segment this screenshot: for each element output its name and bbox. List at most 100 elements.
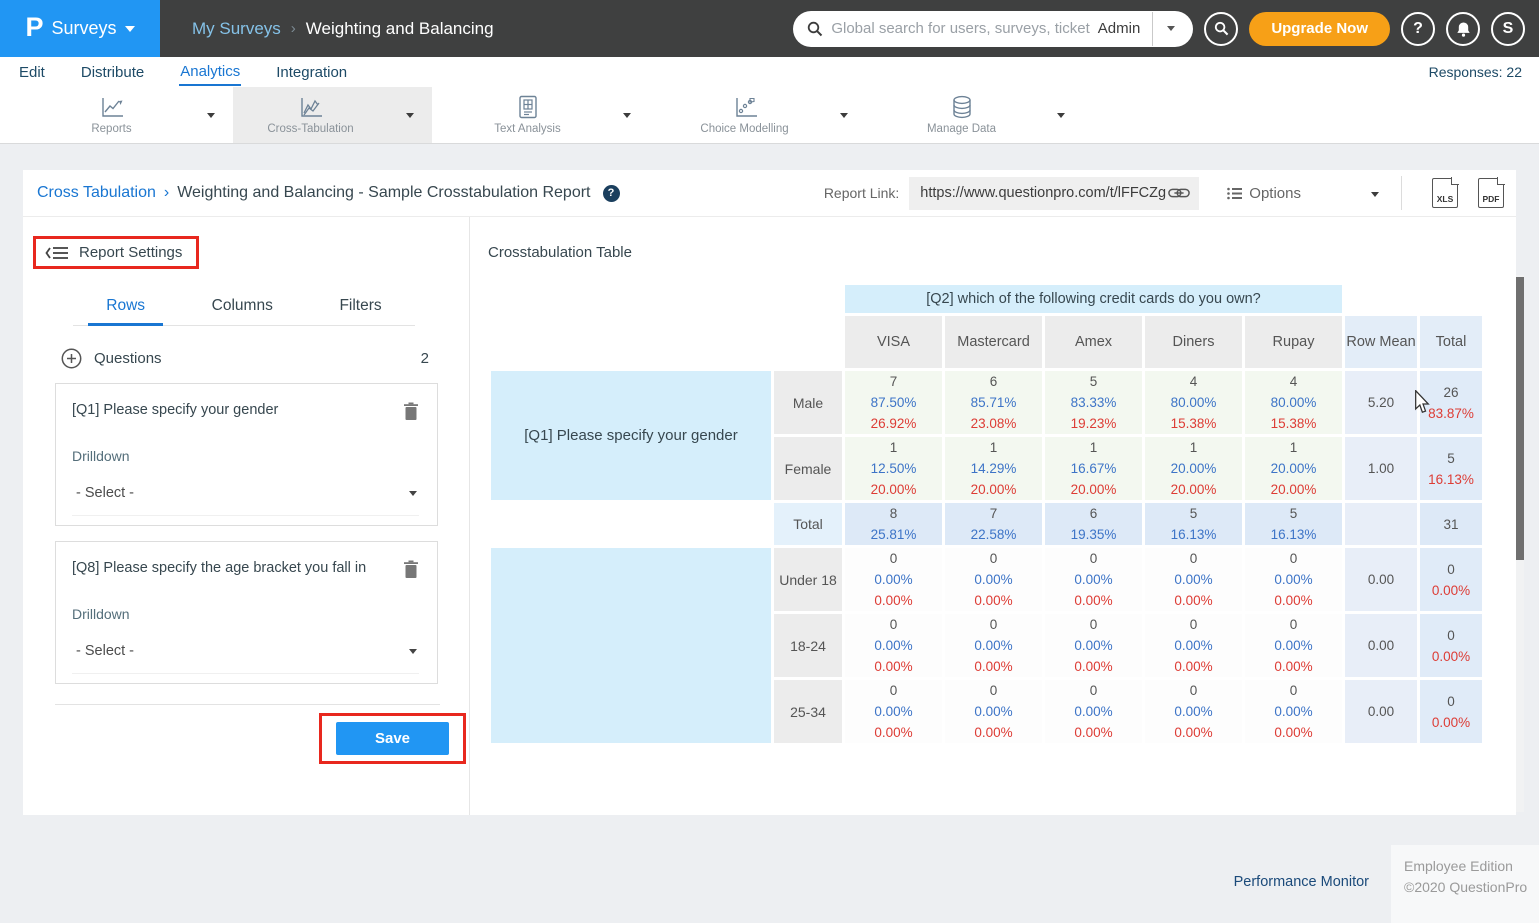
toolbar-item-text-analysis[interactable]: Text Analysis xyxy=(450,87,605,143)
report-link-label: Report Link: xyxy=(824,185,899,201)
row-label-cell: Female xyxy=(774,437,842,500)
bell-icon xyxy=(1456,21,1471,37)
options-dropdown[interactable] xyxy=(1371,184,1379,202)
report-settings-toggle[interactable]: Report Settings xyxy=(45,244,182,261)
column-header-visa: VISA xyxy=(845,316,942,368)
tab-distribute[interactable]: Distribute xyxy=(80,60,145,85)
performance-monitor-link[interactable]: Performance Monitor xyxy=(1234,874,1369,890)
report-header-actions: Report Link: Options XLS PDF xyxy=(824,170,1504,217)
breadcrumb-my-surveys[interactable]: My Surveys xyxy=(192,19,281,39)
total-cell: 825.81% xyxy=(845,503,942,545)
xls-icon: XLS xyxy=(1437,194,1454,204)
toolbar-item-label: Reports xyxy=(91,123,131,135)
question-card-q1: [Q1] Please specify your gender Drilldow… xyxy=(55,383,438,526)
divider xyxy=(55,704,440,705)
search-scope-dropdown[interactable] xyxy=(1152,12,1187,46)
manage-data-dropdown[interactable] xyxy=(1039,87,1083,143)
chevron-down-icon xyxy=(409,649,417,654)
tab-integration[interactable]: Integration xyxy=(275,60,348,85)
search-submit-button[interactable] xyxy=(1204,12,1238,46)
row-mean-cell: 0.00 xyxy=(1345,680,1417,743)
data-cell: 00.00%0.00% xyxy=(1245,680,1342,743)
copyright-label: ©2020 QuestionPro xyxy=(1404,877,1539,898)
column-header-mastercard: Mastercard xyxy=(945,316,1042,368)
toolbar-item-choice-modelling[interactable]: Choice Modelling xyxy=(667,87,822,143)
crosstab-table-container: [Q2] which of the following credit cards… xyxy=(488,282,1516,809)
account-avatar[interactable]: S xyxy=(1491,12,1525,46)
report-settings-label: Report Settings xyxy=(79,244,182,261)
row-total-cell: 00.00% xyxy=(1420,548,1482,611)
crosstab-row: Under 1800.00%0.00%00.00%0.00%00.00%0.00… xyxy=(491,548,1482,611)
export-xls-button[interactable]: XLS xyxy=(1432,178,1458,208)
questions-label: Questions xyxy=(94,350,162,367)
data-cell: 00.00%0.00% xyxy=(845,548,942,611)
total-row-label: Total xyxy=(774,503,842,545)
tab-filters[interactable]: Filters xyxy=(321,291,399,325)
data-cell: 00.00%0.00% xyxy=(945,548,1042,611)
toolbar-item-label: Cross-Tabulation xyxy=(267,123,353,135)
cross-tabulation-dropdown[interactable] xyxy=(388,87,432,143)
reports-dropdown[interactable] xyxy=(189,87,233,143)
analytics-toolbar: Reports Cross-Tabulation Text Analysis C… xyxy=(0,87,1539,144)
grand-total-cell: 31 xyxy=(1420,503,1482,545)
column-question-header: [Q2] which of the following credit cards… xyxy=(845,285,1342,313)
database-icon xyxy=(950,95,974,120)
breadcrumb-current-survey: Weighting and Balancing xyxy=(306,19,494,39)
row-mean-cell: 0.00 xyxy=(1345,614,1417,677)
crosstab-body: [Q1] Please specify your genderMale787.5… xyxy=(491,371,1482,743)
data-cell: 00.00%0.00% xyxy=(845,614,942,677)
pdf-icon: PDF xyxy=(1483,194,1500,204)
question-card-q8: [Q8] Please specify the age bracket you … xyxy=(55,541,438,684)
tab-columns[interactable]: Columns xyxy=(194,291,291,325)
options-button[interactable]: Options xyxy=(1227,185,1301,202)
row-label-cell: 25-34 xyxy=(774,680,842,743)
cross-tabulation-link[interactable]: Cross Tabulation xyxy=(37,184,156,202)
text-analysis-dropdown[interactable] xyxy=(605,87,649,143)
choice-modelling-dropdown[interactable] xyxy=(822,87,866,143)
notifications-button[interactable] xyxy=(1446,12,1480,46)
report-link-url[interactable] xyxy=(920,185,1168,201)
help-button[interactable]: ? xyxy=(1401,12,1435,46)
drilldown-select[interactable]: - Select - xyxy=(72,643,419,674)
crosstab-table: [Q2] which of the following credit cards… xyxy=(488,282,1485,746)
drilldown-label: Drilldown xyxy=(72,606,419,622)
search-input[interactable] xyxy=(823,20,1097,37)
toolbar-item-label: Text Analysis xyxy=(494,123,560,135)
tab-analytics[interactable]: Analytics xyxy=(179,59,241,86)
total-cell: 516.13% xyxy=(1245,503,1342,545)
tab-edit[interactable]: Edit xyxy=(18,60,46,85)
link-icon[interactable] xyxy=(1168,187,1190,199)
crosstab-section: Crosstabulation Table [Q2] which of the … xyxy=(470,217,1516,815)
save-button[interactable]: Save xyxy=(336,722,449,755)
question-icon: ? xyxy=(1413,20,1423,38)
surveys-product-menu[interactable]: P Surveys xyxy=(0,0,160,57)
total-cell: 722.58% xyxy=(945,503,1042,545)
trash-icon[interactable] xyxy=(403,402,419,421)
help-icon[interactable]: ? xyxy=(603,185,620,202)
toolbar-group-manage-data: Manage Data xyxy=(884,87,1083,143)
total-cell: 619.35% xyxy=(1045,503,1142,545)
options-label: Options xyxy=(1249,185,1301,202)
trash-icon[interactable] xyxy=(403,560,419,579)
data-cell: 00.00%0.00% xyxy=(945,614,1042,677)
data-cell: 112.50%20.00% xyxy=(845,437,942,500)
drilldown-select[interactable]: - Select - xyxy=(72,485,419,516)
row-mean-cell xyxy=(1345,503,1417,545)
row-question-cell xyxy=(491,548,771,743)
toolbar-item-reports[interactable]: Reports xyxy=(34,87,189,143)
data-cell: 00.00%0.00% xyxy=(1145,680,1242,743)
settings-tabs: Rows Columns Filters xyxy=(73,291,415,326)
data-cell: 00.00%0.00% xyxy=(1045,614,1142,677)
report-title: Weighting and Balancing - Sample Crossta… xyxy=(177,184,590,202)
toolbar-item-cross-tabulation[interactable]: Cross-Tabulation xyxy=(233,87,388,143)
export-pdf-button[interactable]: PDF xyxy=(1478,178,1504,208)
add-question-button[interactable] xyxy=(61,348,82,369)
tab-rows[interactable]: Rows xyxy=(88,291,163,326)
toolbar-item-manage-data[interactable]: Manage Data xyxy=(884,87,1039,143)
data-cell: 583.33%19.23% xyxy=(1045,371,1142,434)
question-title: [Q8] Please specify the age bracket you … xyxy=(72,560,366,576)
search-scope-admin[interactable]: Admin xyxy=(1098,20,1153,37)
avatar-initial: S xyxy=(1503,20,1514,38)
column-header-row-mean: Row Mean xyxy=(1345,316,1417,368)
upgrade-now-button[interactable]: Upgrade Now xyxy=(1249,12,1390,46)
